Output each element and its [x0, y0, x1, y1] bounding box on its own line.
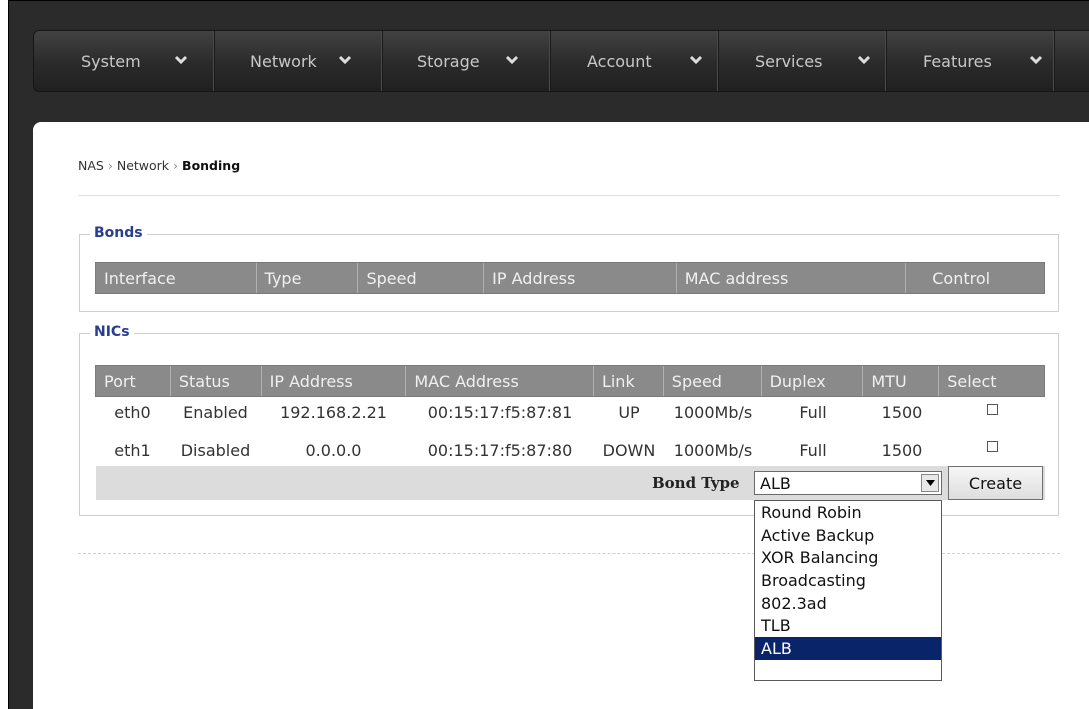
option-tlb[interactable]: TLB: [755, 614, 941, 637]
menu-storage[interactable]: Storage: [382, 31, 551, 91]
col-interface: Interface: [96, 263, 257, 293]
menu-account[interactable]: Account: [550, 31, 719, 91]
cell-link: DOWN: [602, 440, 656, 460]
divider: [78, 195, 1060, 196]
col-link: Link: [594, 366, 664, 396]
breadcrumb-separator: ›: [173, 158, 179, 173]
col-mac-address: MAC Address: [406, 366, 594, 396]
col-duplex: Duplex: [762, 366, 864, 396]
cell-link: UP: [618, 402, 640, 422]
menu-network[interactable]: Network: [214, 31, 383, 91]
cell-mtu: 1500: [881, 402, 923, 422]
chevron-down-icon: [857, 55, 871, 65]
col-mac-address: MAC address: [677, 263, 907, 293]
nics-table-header: Port Status IP Address MAC Address Link …: [95, 365, 1045, 397]
chevron-down-icon: [689, 55, 703, 65]
create-button[interactable]: Create: [948, 466, 1043, 500]
menu-label: Account: [587, 51, 652, 71]
cell-port: eth0: [114, 402, 151, 422]
menu-label: Storage: [417, 51, 480, 71]
option-round-robin[interactable]: Round Robin: [755, 501, 941, 524]
cell-duplex: Full: [799, 402, 827, 422]
chevron-down-icon: [505, 55, 519, 65]
chevron-down-icon: [338, 55, 352, 65]
cell-ip: 192.168.2.21: [280, 402, 387, 422]
select-checkbox[interactable]: [987, 441, 998, 452]
col-control: Control: [932, 268, 991, 288]
option-active-backup[interactable]: Active Backup: [755, 524, 941, 547]
option-alb[interactable]: ALB: [755, 637, 941, 660]
menu-label: Network: [250, 51, 317, 71]
bond-type-select[interactable]: ALB: [754, 471, 942, 495]
table-row: eth0 Enabled 192.168.2.21 00:15:17:f5:87…: [95, 401, 1045, 423]
cell-mac: 00:15:17:f5:87:81: [427, 402, 573, 422]
breadcrumb: NAS › Network › Bonding: [78, 158, 240, 173]
chevron-down-icon: [1029, 55, 1043, 65]
breadcrumb-section[interactable]: Network: [117, 158, 169, 173]
chevron-down-icon: [174, 55, 188, 65]
col-select: Select: [947, 371, 997, 391]
breadcrumb-root[interactable]: NAS: [78, 158, 104, 173]
col-type: Type: [257, 263, 359, 293]
col-speed: Speed: [664, 366, 762, 396]
col-ip-address: IP Address: [484, 263, 677, 293]
triangle-down-icon: [925, 480, 935, 486]
cell-speed: 1000Mb/s: [673, 440, 753, 460]
nics-legend: NICs: [90, 324, 134, 340]
cell-select: [940, 401, 1045, 423]
bond-type-dropdown-list: Round Robin Active Backup XOR Balancing …: [754, 500, 942, 681]
col-status: Status: [171, 366, 262, 396]
cell-port: eth1: [114, 440, 151, 460]
cell-mac: 00:15:17:f5:87:80: [427, 440, 573, 460]
col-ip-address: IP Address: [262, 366, 407, 396]
breadcrumb-current: Bonding: [182, 158, 241, 173]
col-mtu: MTU: [863, 366, 940, 396]
col-port: Port: [96, 366, 171, 396]
col-speed: Speed: [358, 263, 485, 293]
cell-ip: 0.0.0.0: [305, 440, 362, 460]
menu-label: System: [81, 51, 141, 71]
menu-services[interactable]: Services: [718, 31, 887, 91]
cell-duplex: Full: [799, 440, 827, 460]
dropdown-arrow-icon[interactable]: [921, 474, 939, 492]
cell-status: Disabled: [180, 440, 251, 460]
menu-label: Services: [755, 51, 823, 71]
top-menu-bar: System Network Storage Account Services …: [33, 30, 1089, 92]
menu-features[interactable]: Features: [886, 31, 1055, 91]
cell-mtu: 1500: [881, 440, 923, 460]
bonds-table-header: Interface Type Speed IP Address MAC addr…: [95, 262, 1045, 294]
table-row: eth1 Disabled 0.0.0.0 00:15:17:f5:87:80 …: [95, 439, 1045, 461]
cell-select: [940, 439, 1045, 461]
bond-type-selected: ALB: [760, 473, 791, 493]
bonds-legend: Bonds: [90, 225, 147, 241]
option-802-3ad[interactable]: 802.3ad: [755, 592, 941, 615]
breadcrumb-separator: ›: [107, 158, 113, 173]
menu-label: Features: [923, 51, 992, 71]
cell-speed: 1000Mb/s: [673, 402, 753, 422]
menu-system[interactable]: System: [34, 31, 215, 91]
select-checkbox[interactable]: [987, 404, 998, 415]
bond-type-label: Bond Type: [652, 474, 740, 492]
cell-status: Enabled: [183, 402, 248, 422]
option-xor-balancing[interactable]: XOR Balancing: [755, 546, 941, 569]
option-broadcasting[interactable]: Broadcasting: [755, 569, 941, 592]
